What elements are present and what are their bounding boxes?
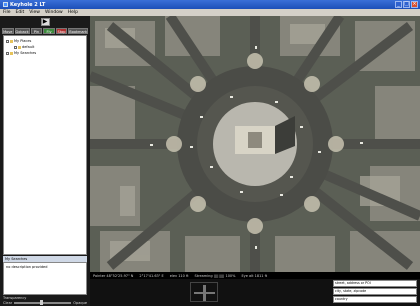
transparency-opaque-label: Opaque xyxy=(73,301,87,305)
searches-description: no description provided xyxy=(3,262,87,295)
folder-icon xyxy=(10,39,13,43)
play-button[interactable]: ▶ xyxy=(40,18,50,26)
left-toolbar: Move Goback Pin Fly Stop Bookmark xyxy=(2,28,89,34)
move-button[interactable]: Move xyxy=(2,28,14,34)
tree-item-my-searches[interactable]: My Searches xyxy=(6,50,84,56)
longitude-readout: 2°17'41.63" E xyxy=(139,273,164,278)
map-image xyxy=(90,16,420,272)
search-fields: street, address or POI city, state, zipc… xyxy=(333,280,417,304)
bottom-controls: street, address or POI city, state, zipc… xyxy=(90,279,420,306)
eye-altitude: Eye alt 1811 ft xyxy=(241,273,268,278)
bookmark-button[interactable]: Bookmark xyxy=(68,28,89,34)
app-icon xyxy=(3,2,8,7)
window-controls: _ □ × xyxy=(395,1,418,8)
address-input[interactable]: street, address or POI xyxy=(333,280,417,287)
checkbox[interactable] xyxy=(14,45,17,49)
transparency-control: Transparency Clear Opaque xyxy=(3,296,87,305)
places-tree: My Places default My Searches xyxy=(3,35,87,255)
left-panel: ▶ Move Goback Pin Fly Stop Bookmark My P… xyxy=(0,16,90,306)
pointer-coordinates: Pointer 48°52'25.97" N xyxy=(93,273,134,278)
goback-button[interactable]: Goback xyxy=(14,28,30,34)
menu-window[interactable]: Window xyxy=(45,10,63,15)
city-input[interactable]: city, state, zipcode xyxy=(333,288,417,295)
slider-knob[interactable] xyxy=(39,300,43,305)
close-button[interactable]: × xyxy=(411,1,418,8)
tree-item-label: My Searches xyxy=(14,51,37,55)
transparency-title: Transparency xyxy=(3,296,27,300)
menu-bar: File Edit View Window Help xyxy=(0,9,420,16)
tree-item-label: default xyxy=(22,45,35,49)
elevation-readout: elev 110 ft xyxy=(169,273,189,278)
maximize-button[interactable]: □ xyxy=(403,1,410,8)
checkbox[interactable] xyxy=(6,39,9,43)
navigation-control[interactable] xyxy=(190,282,218,302)
satellite-map-view[interactable] xyxy=(90,16,420,272)
menu-file[interactable]: File xyxy=(3,10,11,15)
folder-icon xyxy=(10,51,13,55)
title-bar: Keyhole 2 LT _ □ × xyxy=(0,0,420,9)
transparency-slider[interactable] xyxy=(14,300,72,305)
folder-icon xyxy=(18,45,21,49)
menu-view[interactable]: View xyxy=(29,10,40,15)
country-input[interactable]: country xyxy=(333,296,417,303)
window-title: Keyhole 2 LT xyxy=(10,1,46,8)
menu-edit[interactable]: Edit xyxy=(16,10,25,15)
minimize-button[interactable]: _ xyxy=(395,1,402,8)
streaming-status: Streaming ||||||||| 100% xyxy=(194,273,236,278)
transparency-clear-label: Clear xyxy=(3,301,13,305)
nav-horizontal-bar[interactable] xyxy=(194,292,215,294)
checkbox[interactable] xyxy=(6,51,9,55)
stop-button[interactable]: Stop xyxy=(55,28,68,34)
menu-help[interactable]: Help xyxy=(68,10,78,15)
fly-button[interactable]: Fly xyxy=(43,28,55,34)
pin-button[interactable]: Pin xyxy=(30,28,43,34)
left-topbar: ▶ xyxy=(0,16,90,28)
tree-item-label: My Places xyxy=(14,39,32,43)
status-bar: Pointer 48°52'25.97" N 2°17'41.63" E ele… xyxy=(90,272,420,279)
